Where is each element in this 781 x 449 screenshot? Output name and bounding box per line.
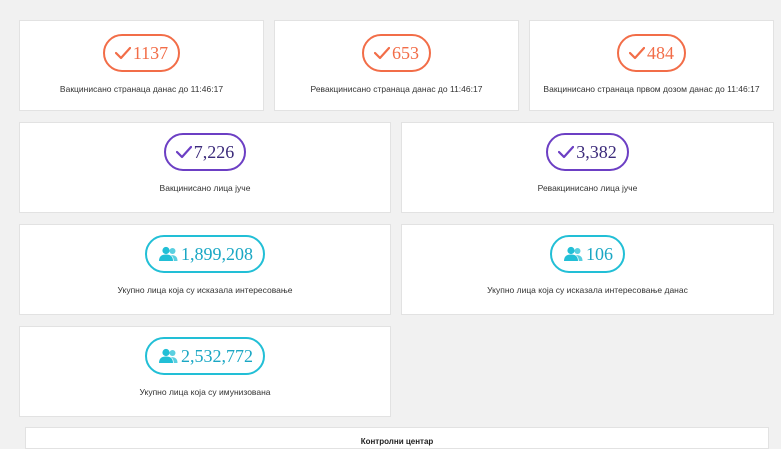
people-icon: [562, 246, 584, 262]
checkmark-icon: [558, 145, 575, 159]
stat-card-foreigners-first-dose-today: 484 Вакцинисано странаца првом дозом дан…: [529, 20, 774, 111]
stat-card-revaccinated-yesterday: 3,382 Ревакцинисано лица јуче: [401, 122, 774, 213]
stat-value-badge: 653: [362, 34, 431, 72]
stat-card-interested-today: 106 Укупно лица која су исказала интерес…: [401, 224, 774, 315]
stat-value-badge: 106: [550, 235, 625, 273]
stat-label: Ревакцинисано странаца данас до 11:46:17: [310, 84, 483, 94]
stat-value: 1137: [132, 42, 169, 63]
checkmark-icon: [114, 46, 131, 60]
stat-card-foreigners-vaccinated-today: 1137 Вакцинисано странаца данас до 11:46…: [19, 20, 264, 111]
stat-value-badge: 484: [617, 34, 686, 72]
stat-label: Вакцинисано странаца данас до 11:46:17: [59, 84, 224, 94]
control-center-label: Контролни центар: [360, 437, 434, 446]
stat-value: 3,382: [576, 141, 617, 162]
top-divider: [0, 0, 781, 11]
stat-card-total-interested: 1,899,208 Укупно лица која су исказала и…: [19, 224, 391, 315]
stat-label: Укупно лица која су исказала интересовањ…: [117, 285, 293, 295]
stat-value: 1,899,208: [181, 243, 253, 264]
stat-value: 653: [392, 42, 419, 63]
stat-value: 484: [647, 42, 674, 63]
stat-label: Вакцинисано лица јуче: [159, 183, 251, 193]
stat-value-badge: 1137: [102, 34, 181, 72]
control-center-link[interactable]: Контролни центар: [25, 427, 769, 449]
stat-value: 7,226: [193, 141, 235, 162]
stat-label: Укупно лица која су имунизована: [139, 387, 271, 397]
checkmark-icon: [374, 46, 390, 60]
stat-value-badge: 2,532,772: [145, 337, 265, 375]
stat-label: Ревакцинисано лица јуче: [537, 183, 638, 193]
stat-value-badge: 1,899,208: [145, 235, 265, 273]
checkmark-icon: [175, 145, 192, 159]
stat-card-total-immunized: 2,532,772 Укупно лица која су имунизован…: [19, 326, 391, 417]
people-icon: [157, 348, 179, 364]
stat-value-badge: 7,226: [163, 133, 247, 171]
stat-card-vaccinated-yesterday: 7,226 Вакцинисано лица јуче: [19, 122, 391, 213]
checkmark-icon: [629, 46, 645, 60]
stat-value: 106: [586, 243, 613, 264]
stat-value: 2,532,772: [181, 345, 253, 366]
people-icon: [157, 246, 179, 262]
stat-card-foreigners-revaccinated-today: 653 Ревакцинисано странаца данас до 11:4…: [274, 20, 519, 111]
stat-value-badge: 3,382: [546, 133, 629, 171]
stat-label: Вакцинисано странаца првом дозом данас д…: [543, 84, 760, 94]
stat-label: Укупно лица која су исказала интересовањ…: [487, 285, 688, 295]
